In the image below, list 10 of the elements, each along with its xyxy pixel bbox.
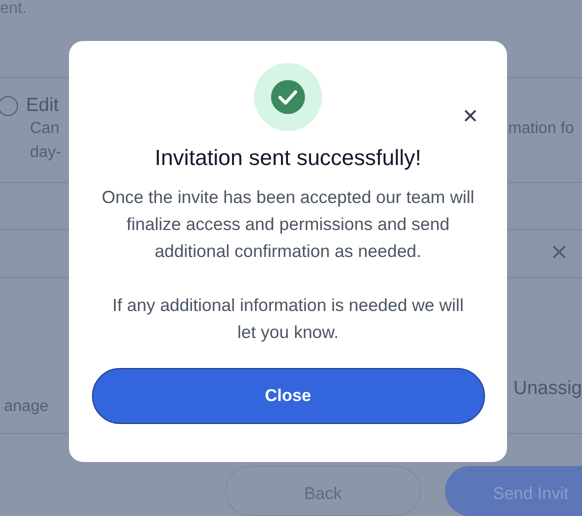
dialog-title: Invitation sent successfully! bbox=[154, 145, 422, 171]
dialog-message: If any additional information is needed we will let you know. bbox=[111, 294, 465, 344]
success-check-icon bbox=[254, 63, 322, 131]
option-label: Edit bbox=[26, 94, 59, 117]
dialog-message: Once the invite has been accepted our team will finalize access and permissions and send additional confirmation as needed. bbox=[100, 186, 476, 263]
close-button[interactable]: ✕ bbox=[462, 107, 479, 127]
close-icon[interactable]: ✕ bbox=[550, 240, 568, 266]
close-button[interactable]: Close bbox=[92, 368, 484, 424]
radio-button[interactable] bbox=[0, 96, 18, 116]
status-label: Unassig bbox=[513, 378, 582, 400]
